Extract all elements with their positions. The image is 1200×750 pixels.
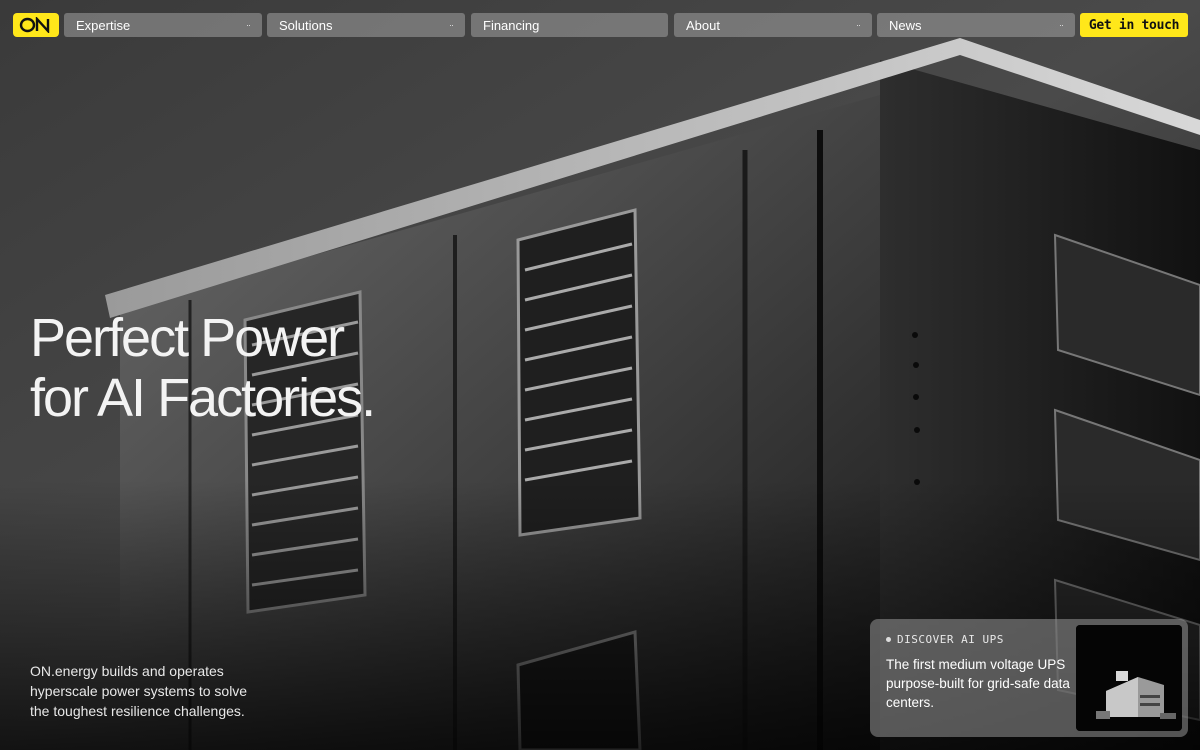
nav-financing[interactable]: Financing [471,13,668,37]
logo[interactable] [13,13,59,37]
nav-label: News [889,17,922,33]
headline-line-1: Perfect Power [30,308,345,368]
chevron-down-icon: ·· [449,20,454,30]
headline-line-2: for AI Factories. [30,368,376,428]
nav-expertise[interactable]: Expertise ·· [64,13,262,37]
nav-label: Solutions [279,17,333,33]
get-in-touch-button[interactable]: Get in touch [1080,13,1188,37]
ups-building-icon [1076,625,1182,731]
chevron-down-icon: ·· [246,20,251,30]
card-thumbnail [1076,625,1182,731]
chevron-down-icon: ·· [856,20,861,30]
card-eyebrow: DISCOVER AI UPS [886,633,1004,646]
on-logo-icon [19,17,50,33]
bullet-dot-icon [886,637,891,642]
card-eyebrow-label: DISCOVER AI UPS [897,633,1004,646]
nav-label: About [686,17,720,33]
card-description: The first medium voltage UPS purpose-bui… [886,657,1070,710]
nav-label: Financing [483,17,540,33]
nav-about[interactable]: About ·· [674,13,872,37]
nav-news[interactable]: News ·· [877,13,1075,37]
nav-label: Expertise [76,17,131,33]
hero-subtext: ON.energy builds and operates hyperscale… [30,663,248,719]
hero-headline: Perfect Power for AI Factories. [30,308,450,428]
discover-ai-ups-card[interactable]: DISCOVER AI UPS The first medium voltage… [870,619,1188,737]
nav-solutions[interactable]: Solutions ·· [267,13,465,37]
chevron-down-icon: ·· [1059,20,1064,30]
